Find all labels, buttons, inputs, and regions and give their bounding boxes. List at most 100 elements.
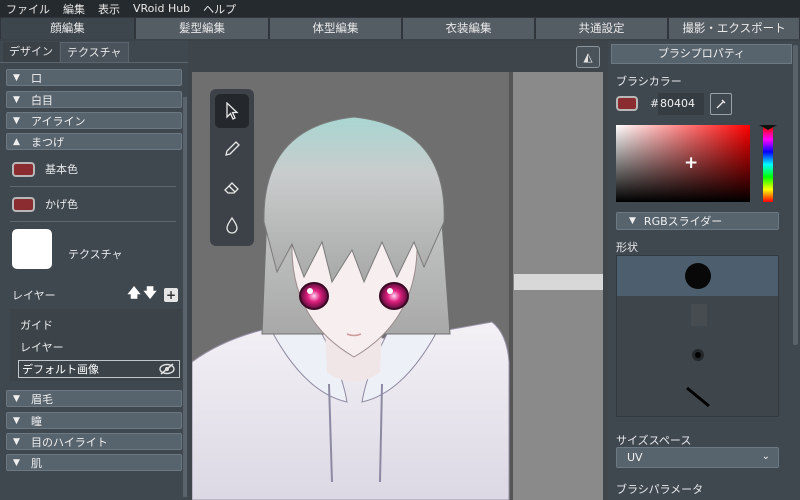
hue-slider[interactable] xyxy=(763,127,773,202)
menu-bar: ファイル 編集 表示 VRoid Hub ヘルプ xyxy=(0,0,800,17)
chevron-down-icon: ▼ xyxy=(13,436,20,447)
fill-tool[interactable] xyxy=(215,208,249,242)
texture-thumbnail[interactable] xyxy=(12,229,52,269)
layer-header: レイヤー 🡅 🡇 + xyxy=(12,286,178,303)
layer-guide[interactable]: ガイド xyxy=(20,317,53,333)
section-label: 瞳 xyxy=(31,414,42,428)
tab-hair-edit[interactable]: 髪型編集 xyxy=(135,17,269,39)
base-color-swatch[interactable] xyxy=(12,161,35,177)
brush-color-swatch[interactable] xyxy=(616,96,638,111)
brush-shape-hard[interactable] xyxy=(617,256,778,296)
texture-label: テクスチャ xyxy=(68,248,123,261)
hue-marker[interactable] xyxy=(759,125,777,130)
layer-default-image[interactable]: デフォルト画像 xyxy=(18,360,180,378)
menu-view[interactable]: 表示 xyxy=(98,1,120,17)
size-space-value: UV xyxy=(627,451,643,464)
hex-input[interactable]: 80404 xyxy=(658,93,704,115)
size-space-label: サイズスペース xyxy=(616,434,692,447)
drawing-toolbar xyxy=(210,89,254,246)
viewport-topbar xyxy=(188,41,608,71)
chevron-down-icon: ▼ xyxy=(13,115,20,126)
tab-outfit-edit[interactable]: 衣装編集 xyxy=(402,17,535,39)
move-down-icon[interactable]: 🡇 xyxy=(142,286,158,303)
section-label: 口 xyxy=(31,71,42,85)
subtab-design[interactable]: デザイン xyxy=(3,42,59,62)
brush-param-label: ブラシパラメータ xyxy=(616,483,704,496)
section-label: まつげ xyxy=(31,135,64,149)
section-label: 肌 xyxy=(31,456,42,470)
section-label: 白目 xyxy=(31,93,53,107)
tab-body-edit[interactable]: 体型編集 xyxy=(269,17,402,39)
section-eyeline[interactable]: ▼ アイライン xyxy=(6,112,182,129)
eraser-icon xyxy=(224,182,239,194)
chevron-up-icon: ▲ xyxy=(13,136,20,147)
section-eyebrows[interactable]: ▼ 眉毛 xyxy=(6,390,182,407)
brush-shape-options[interactable] xyxy=(617,296,778,416)
left-scrollbar[interactable] xyxy=(183,97,187,497)
menu-edit[interactable]: 編集 xyxy=(63,1,85,17)
droplet-icon xyxy=(226,216,238,234)
section-label: 眉毛 xyxy=(31,392,53,406)
add-layer-icon[interactable]: + xyxy=(164,288,178,302)
3d-viewport[interactable] xyxy=(192,72,603,500)
chevron-down-icon: ▼ xyxy=(13,393,20,404)
left-panel: デザイン テクスチャ ▼ 口 ▼ 白目 ▼ アイライン ▲ まつげ 基本色 かげ… xyxy=(0,41,188,500)
rgb-slider-label: RGBスライダー xyxy=(643,215,723,228)
section-mouth[interactable]: ▼ 口 xyxy=(6,69,182,86)
section-eyelashes[interactable]: ▲ まつげ xyxy=(6,133,182,150)
divider xyxy=(10,221,176,222)
chevron-down-icon: ▼ xyxy=(13,72,20,83)
section-label: 目のハイライト xyxy=(31,435,108,449)
cursor-icon xyxy=(226,102,239,120)
menu-file[interactable]: ファイル xyxy=(6,1,50,17)
select-tool[interactable] xyxy=(215,94,249,128)
base-color-label: 基本色 xyxy=(45,163,78,176)
subtab-texture[interactable]: テクスチャ xyxy=(60,42,129,62)
eyedropper-icon[interactable] xyxy=(710,93,732,115)
color-picker-area[interactable]: + xyxy=(616,125,750,202)
shade-color-label: かげ色 xyxy=(45,198,78,211)
eraser-tool[interactable] xyxy=(215,170,249,204)
pen-tool[interactable] xyxy=(215,132,249,166)
tab-photo-export[interactable]: 撮影・エクスポート xyxy=(668,17,800,39)
section-pupil[interactable]: ▼ 瞳 xyxy=(6,412,182,429)
sub-tabs: デザイン テクスチャ xyxy=(0,41,188,63)
shade-color-row[interactable]: かげ色 xyxy=(12,196,78,212)
move-up-icon[interactable]: 🡅 xyxy=(126,286,142,303)
section-eye-white[interactable]: ▼ 白目 xyxy=(6,91,182,108)
right-scrollbar[interactable] xyxy=(793,45,798,345)
viewport: ◭ xyxy=(188,41,608,500)
pencil-icon xyxy=(225,141,240,156)
menu-help[interactable]: ヘルプ xyxy=(203,1,236,17)
section-eye-highlight[interactable]: ▼ 目のハイライト xyxy=(6,433,182,450)
rgb-slider-toggle[interactable]: ▼ RGBスライダー xyxy=(616,212,779,230)
chevron-down-icon: ▼ xyxy=(629,216,636,226)
brush-color-label: ブラシカラー xyxy=(616,75,682,88)
section-label: アイライン xyxy=(31,114,86,128)
layer-list: ガイド レイヤー デフォルト画像 xyxy=(10,309,182,381)
layer-layer[interactable]: レイヤー xyxy=(20,339,64,355)
layer-default-label: デフォルト画像 xyxy=(22,363,99,376)
brush-shape-list xyxy=(616,255,779,417)
layer-label: レイヤー xyxy=(12,289,56,302)
tab-face-edit[interactable]: 顔編集 xyxy=(0,17,135,39)
base-color-row[interactable]: 基本色 xyxy=(12,161,78,177)
chevron-down-icon: ⌄ xyxy=(761,451,770,462)
chevron-down-icon: ▼ xyxy=(13,94,20,105)
section-skin[interactable]: ▼ 肌 xyxy=(6,454,182,471)
size-space-select[interactable]: UV ⌄ xyxy=(616,447,779,468)
chevron-down-icon: ▼ xyxy=(13,457,20,468)
tab-common-settings[interactable]: 共通設定 xyxy=(535,17,668,39)
eyedropper-glyph xyxy=(716,99,726,109)
crosshair-icon: + xyxy=(684,153,699,173)
hard-brush-icon xyxy=(685,263,711,289)
chevron-down-icon: ▼ xyxy=(13,415,20,426)
shade-color-swatch[interactable] xyxy=(12,196,35,212)
shape-label: 形状 xyxy=(616,241,638,254)
brush-properties-header: ブラシプロパティ xyxy=(611,44,792,64)
divider xyxy=(10,186,176,187)
main-tabs: 顔編集 髪型編集 体型編集 衣装編集 共通設定 撮影・エクスポート xyxy=(0,17,800,39)
eye-hidden-icon[interactable] xyxy=(159,363,175,375)
mirror-icon[interactable]: ◭ xyxy=(576,46,600,68)
menu-vroid-hub[interactable]: VRoid Hub xyxy=(133,2,190,15)
